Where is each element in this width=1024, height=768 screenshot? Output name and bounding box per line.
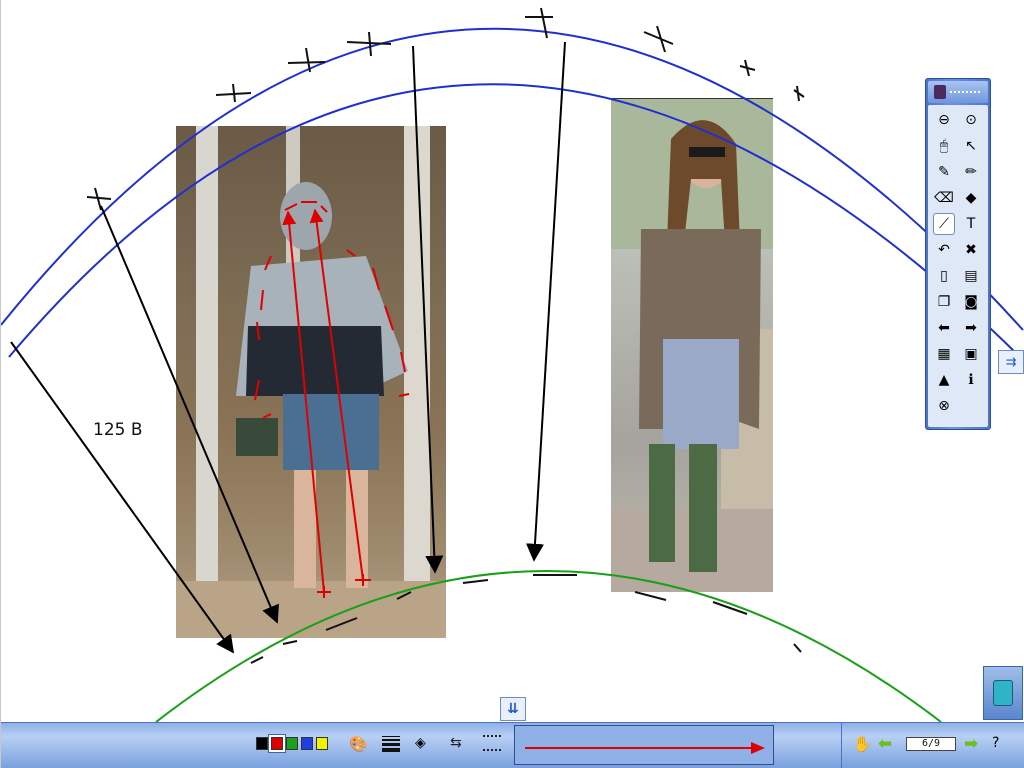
line-icon[interactable]: ⟋ bbox=[933, 213, 955, 235]
color-swatch-1[interactable] bbox=[269, 735, 285, 752]
outer-blue-arc bbox=[1, 27, 1024, 331]
annotation-layer[interactable] bbox=[1, 0, 1024, 768]
back-arrow-icon[interactable]: ⬅ bbox=[933, 317, 955, 339]
blank-page-icon[interactable]: ▯ bbox=[933, 265, 955, 287]
green-arc bbox=[155, 570, 942, 723]
black-arrows bbox=[10, 41, 566, 654]
color-swatch-3[interactable] bbox=[301, 737, 313, 750]
highlighter-icon[interactable]: ✏ bbox=[960, 161, 982, 183]
recycle-bin-icon bbox=[993, 680, 1013, 706]
floating-toolbox[interactable]: ⊖ ⊙ 🖱 ↖ ✎ ✏ ⌫ ◆ ⟋ T ↶ ✖ ▯ ▤ ❐ ◙ ⬅ ➡ ▦ ▣ ▲ ℹ ⊗ bbox=[925, 78, 991, 430]
forward-arrow-icon[interactable]: ➡ bbox=[960, 317, 982, 339]
expand-arrow-button[interactable]: ⇉ bbox=[998, 350, 1024, 374]
toolbox-header[interactable] bbox=[928, 81, 988, 103]
info-icon[interactable]: ℹ bbox=[960, 369, 982, 391]
collapse-toolbar-button[interactable]: ⇊ bbox=[500, 697, 526, 721]
help-icon[interactable]: ? bbox=[992, 735, 999, 751]
pointer-icon[interactable]: ↖ bbox=[960, 135, 982, 157]
minimize-icon[interactable]: ⊖ bbox=[933, 109, 955, 131]
dropdown-icon[interactable]: ⊙ bbox=[960, 109, 982, 131]
color-swatches bbox=[256, 735, 328, 752]
close-icon[interactable]: ⊗ bbox=[933, 395, 955, 417]
stroke-preview-arrow bbox=[525, 742, 765, 754]
stroke-preview[interactable] bbox=[514, 725, 774, 765]
color-swatch-0[interactable] bbox=[256, 737, 268, 750]
fill-icon[interactable]: ◈ bbox=[415, 735, 426, 751]
undo-icon[interactable]: ↶ bbox=[933, 239, 955, 261]
line-width-icon[interactable] bbox=[382, 736, 400, 754]
delete-icon[interactable]: ✖ bbox=[960, 239, 982, 261]
mouse-icon[interactable]: 🖱 bbox=[933, 135, 955, 157]
color-swatch-4[interactable] bbox=[316, 737, 328, 750]
camera-icon[interactable]: ◙ bbox=[960, 291, 982, 313]
green-arc-dashes bbox=[250, 574, 802, 664]
arc-ticks bbox=[86, 7, 805, 211]
whiteboard-canvas[interactable]: 125 B ⊖ ⊙ 🖱 ↖ ✎ ✏ ⌫ ◆ ⟋ T ↶ ✖ ▯ ▤ ❐ ◙ ⬅ ➡ ▦ ▣ ▲ ℹ ⊗ ⇉ ⇊ 🎨 ◈ ⇆ bbox=[0, 0, 1024, 768]
text-icon[interactable]: T bbox=[960, 213, 982, 235]
line-pattern-icon[interactable] bbox=[483, 735, 501, 751]
red-annotations bbox=[254, 201, 410, 598]
eraser-icon[interactable]: ⌫ bbox=[933, 187, 955, 209]
duplicate-page-icon[interactable]: ❐ bbox=[933, 291, 955, 313]
drag-handle-icon[interactable] bbox=[950, 91, 980, 93]
next-page-icon[interactable]: ➡ bbox=[964, 734, 978, 754]
page-indicator[interactable]: 6/9 bbox=[906, 737, 956, 751]
arrow-style-icon[interactable]: ⇆ bbox=[450, 735, 462, 751]
palette-icon[interactable]: 🎨 bbox=[349, 735, 368, 753]
grid-icon[interactable]: ▦ bbox=[933, 343, 955, 365]
lined-page-icon[interactable]: ▤ bbox=[960, 265, 982, 287]
page-navigation: ✋ ⬅ 6/9 ➡ ? bbox=[841, 723, 1024, 768]
image-icon[interactable]: ▲ bbox=[933, 369, 955, 391]
bottom-toolbar: 🎨 ◈ ⇆ ✋ ⬅ 6/9 ➡ ? bbox=[1, 722, 1024, 768]
pen-icon[interactable]: ✎ bbox=[933, 161, 955, 183]
prev-page-icon[interactable]: ⬅ bbox=[878, 734, 892, 754]
measurement-label: 125 B bbox=[93, 420, 143, 440]
save-icon[interactable]: ▣ bbox=[960, 343, 982, 365]
app-icon bbox=[934, 85, 946, 99]
shapes-icon[interactable]: ◆ bbox=[960, 187, 982, 209]
inner-blue-arc bbox=[8, 83, 1024, 361]
recycle-bin-button[interactable] bbox=[983, 666, 1023, 720]
hand-icon[interactable]: ✋ bbox=[853, 735, 872, 753]
toolbox-buttons: ⊖ ⊙ 🖱 ↖ ✎ ✏ ⌫ ◆ ⟋ T ↶ ✖ ▯ ▤ ❐ ◙ ⬅ ➡ ▦ ▣ ▲ ℹ ⊗ bbox=[928, 105, 988, 427]
color-swatch-2[interactable] bbox=[286, 737, 298, 750]
